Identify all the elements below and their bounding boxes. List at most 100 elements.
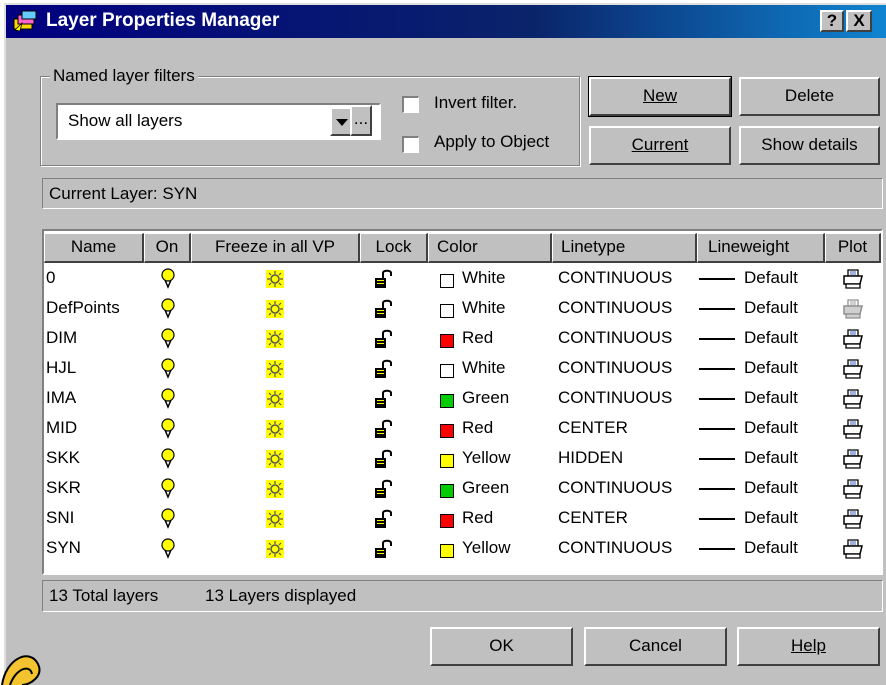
color-name[interactable]: White — [462, 268, 505, 288]
printer-icon[interactable] — [842, 448, 864, 470]
sun-icon[interactable] — [266, 540, 284, 558]
column-header-name[interactable]: Name — [44, 233, 144, 263]
ok-button[interactable]: OK — [430, 627, 573, 666]
table-row[interactable]: MID Red CENTER Default — [44, 414, 881, 444]
color-swatch[interactable] — [440, 304, 454, 318]
new-layer-button[interactable]: New — [588, 76, 732, 117]
help-title-button[interactable]: ? — [820, 10, 844, 32]
lineweight-value[interactable]: Default — [744, 268, 798, 288]
lightbulb-icon[interactable] — [160, 508, 176, 530]
lineweight-value[interactable]: Default — [744, 358, 798, 378]
linetype-value[interactable]: HIDDEN — [558, 448, 623, 468]
color-swatch[interactable] — [440, 514, 454, 528]
column-header-plot[interactable]: Plot — [825, 233, 881, 263]
title-bar[interactable]: Layer Properties Manager ? X — [6, 5, 886, 38]
printer-icon[interactable] — [842, 298, 864, 320]
filter-select[interactable]: Show all layers — [56, 103, 381, 140]
linetype-value[interactable]: CONTINUOUS — [558, 388, 672, 408]
lineweight-value[interactable]: Default — [744, 448, 798, 468]
color-name[interactable]: Red — [462, 508, 493, 528]
color-swatch[interactable] — [440, 394, 454, 408]
unlocked-padlock-icon[interactable] — [374, 509, 394, 529]
sun-icon[interactable] — [266, 270, 284, 288]
printer-icon[interactable] — [842, 328, 864, 350]
invert-filter-checkbox[interactable] — [402, 96, 419, 113]
color-swatch[interactable] — [440, 274, 454, 288]
linetype-value[interactable]: CONTINUOUS — [558, 358, 672, 378]
table-row[interactable]: IMA Green CONTINUOUS Default — [44, 384, 881, 414]
printer-icon[interactable] — [842, 508, 864, 530]
table-row[interactable]: SKK Yellow HIDDEN Default — [44, 444, 881, 474]
unlocked-padlock-icon[interactable] — [374, 329, 394, 349]
sun-icon[interactable] — [266, 360, 284, 378]
printer-icon[interactable] — [842, 418, 864, 440]
lightbulb-icon[interactable] — [160, 448, 176, 470]
column-header-color[interactable]: Color — [428, 233, 552, 263]
lineweight-value[interactable]: Default — [744, 328, 798, 348]
sun-icon[interactable] — [266, 510, 284, 528]
color-swatch[interactable] — [440, 364, 454, 378]
table-row[interactable]: DIM Red CONTINUOUS Default — [44, 324, 881, 354]
delete-layer-button[interactable]: Delete — [739, 77, 880, 116]
linetype-value[interactable]: CONTINUOUS — [558, 298, 672, 318]
table-row[interactable]: SKR Green CONTINUOUS Default — [44, 474, 881, 504]
table-row[interactable]: DefPoints White CONTINUOUS Default — [44, 294, 881, 324]
unlocked-padlock-icon[interactable] — [374, 419, 394, 439]
color-name[interactable]: Green — [462, 478, 509, 498]
color-name[interactable]: Red — [462, 418, 493, 438]
linetype-value[interactable]: CENTER — [558, 418, 628, 438]
color-name[interactable]: Yellow — [462, 538, 511, 558]
color-swatch[interactable] — [440, 484, 454, 498]
column-header-linetype[interactable]: Linetype — [552, 233, 697, 263]
unlocked-padlock-icon[interactable] — [374, 359, 394, 379]
color-name[interactable]: White — [462, 298, 505, 318]
unlocked-padlock-icon[interactable] — [374, 539, 394, 559]
lightbulb-icon[interactable] — [160, 268, 176, 290]
layers-list[interactable]: Name On Freeze in all VP Lock Color Line… — [42, 229, 883, 575]
color-swatch[interactable] — [440, 424, 454, 438]
column-header-on[interactable]: On — [144, 233, 191, 263]
table-row[interactable]: 0 White CONTINUOUS Default — [44, 264, 881, 294]
lightbulb-icon[interactable] — [160, 328, 176, 350]
filter-browse-button[interactable]: ... — [350, 105, 372, 136]
color-name[interactable]: Green — [462, 388, 509, 408]
printer-icon[interactable] — [842, 358, 864, 380]
lightbulb-icon[interactable] — [160, 358, 176, 380]
printer-icon[interactable] — [842, 388, 864, 410]
linetype-value[interactable]: CONTINUOUS — [558, 478, 672, 498]
table-row[interactable]: SYN Yellow CONTINUOUS Default — [44, 534, 881, 564]
unlocked-padlock-icon[interactable] — [374, 389, 394, 409]
lineweight-value[interactable]: Default — [744, 418, 798, 438]
table-row[interactable]: HJL White CONTINUOUS Default — [44, 354, 881, 384]
printer-icon[interactable] — [842, 478, 864, 500]
lightbulb-icon[interactable] — [160, 418, 176, 440]
color-name[interactable]: Red — [462, 328, 493, 348]
unlocked-padlock-icon[interactable] — [374, 479, 394, 499]
show-details-button[interactable]: Show details — [739, 126, 880, 165]
lineweight-value[interactable]: Default — [744, 298, 798, 318]
help-button[interactable]: Help — [737, 627, 880, 666]
unlocked-padlock-icon[interactable] — [374, 299, 394, 319]
sun-icon[interactable] — [266, 330, 284, 348]
column-header-lineweight[interactable]: Lineweight — [697, 233, 825, 263]
unlocked-padlock-icon[interactable] — [374, 269, 394, 289]
sun-icon[interactable] — [266, 390, 284, 408]
column-header-lock[interactable]: Lock — [360, 233, 428, 263]
cancel-button[interactable]: Cancel — [584, 627, 727, 666]
set-current-button[interactable]: Current — [589, 126, 731, 165]
close-title-button[interactable]: X — [846, 10, 872, 32]
lightbulb-icon[interactable] — [160, 538, 176, 560]
apply-to-object-checkbox[interactable] — [402, 136, 419, 153]
table-row[interactable]: SNI Red CENTER Default — [44, 504, 881, 534]
color-name[interactable]: White — [462, 358, 505, 378]
unlocked-padlock-icon[interactable] — [374, 449, 394, 469]
linetype-value[interactable]: CONTINUOUS — [558, 538, 672, 558]
linetype-value[interactable]: CONTINUOUS — [558, 328, 672, 348]
column-header-freeze[interactable]: Freeze in all VP — [191, 233, 360, 263]
lineweight-value[interactable]: Default — [744, 538, 798, 558]
color-name[interactable]: Yellow — [462, 448, 511, 468]
lineweight-value[interactable]: Default — [744, 478, 798, 498]
lightbulb-icon[interactable] — [160, 478, 176, 500]
sun-icon[interactable] — [266, 480, 284, 498]
linetype-value[interactable]: CENTER — [558, 508, 628, 528]
